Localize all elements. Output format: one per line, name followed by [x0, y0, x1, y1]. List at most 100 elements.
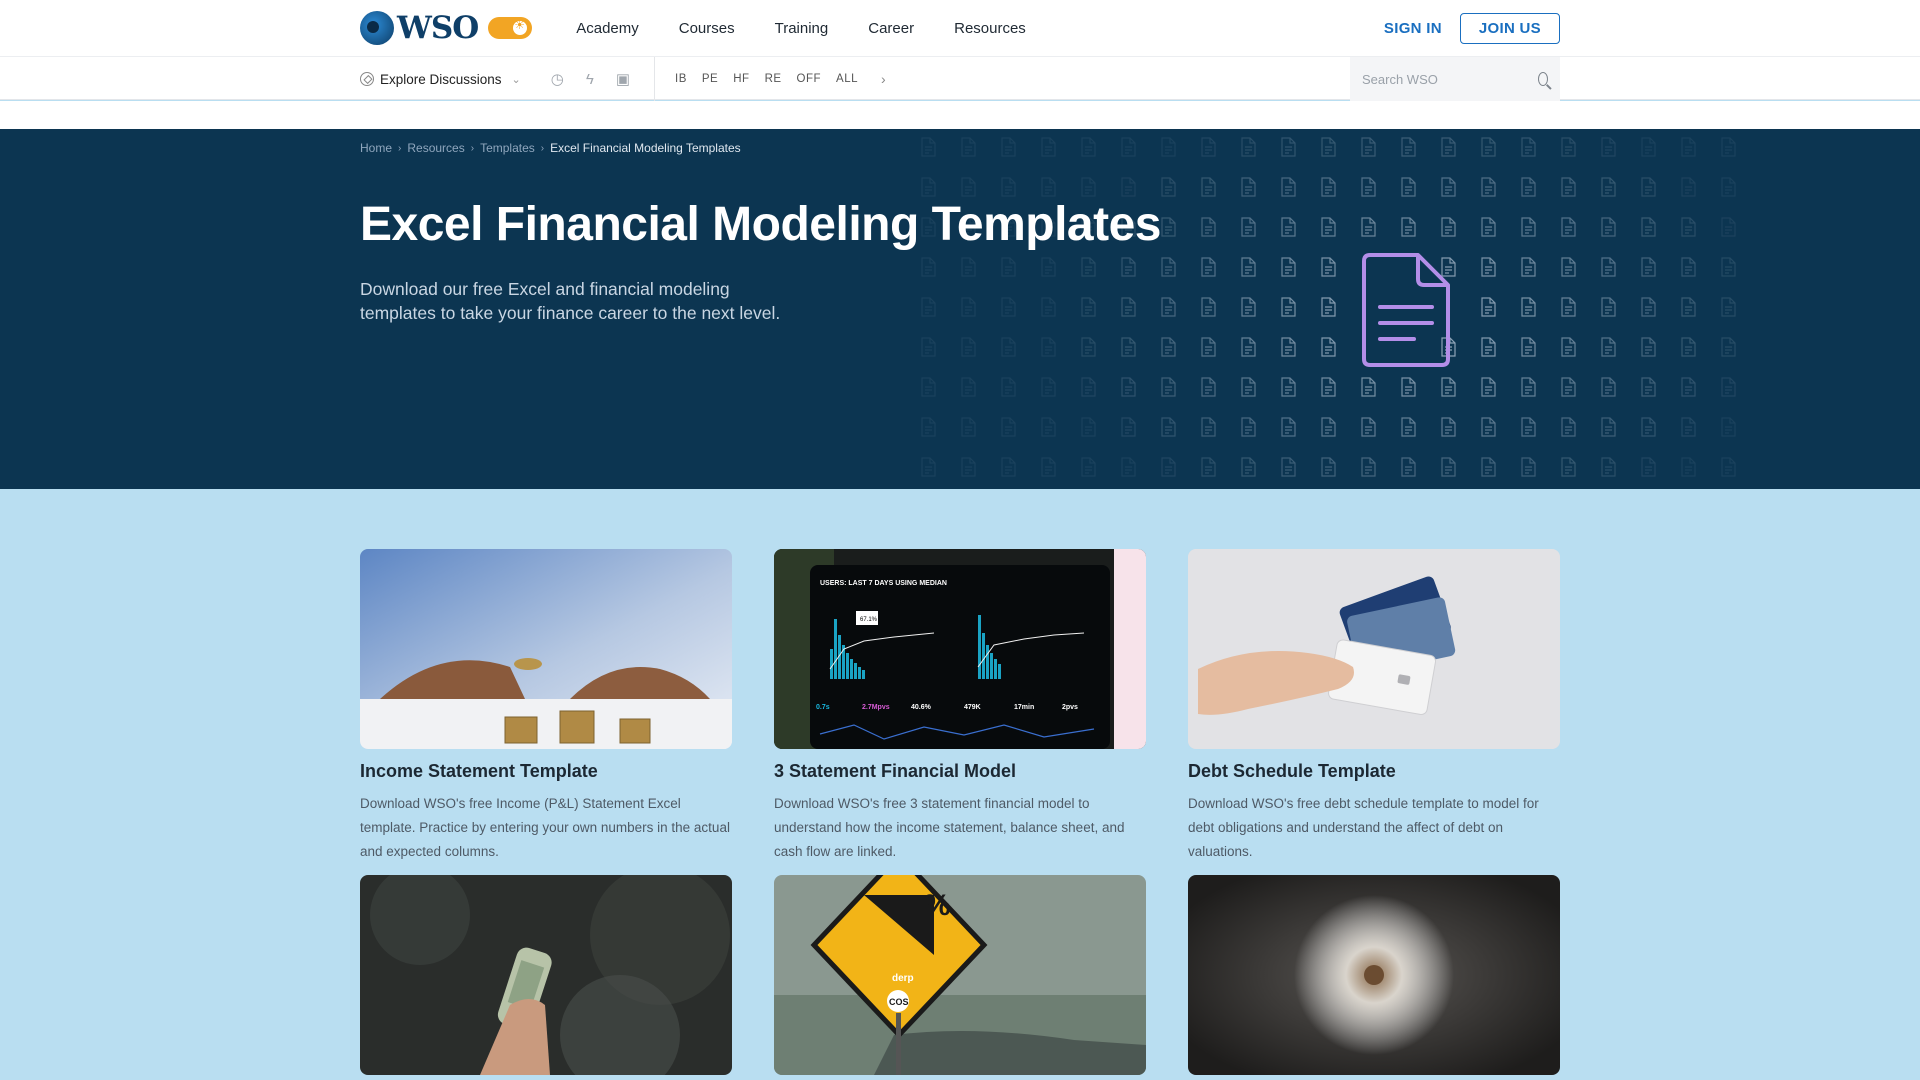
video-icon[interactable]: ▣ — [616, 70, 630, 88]
sign-in-button[interactable]: SIGN IN — [1384, 20, 1442, 37]
pattern-document-icon — [1721, 217, 1736, 237]
pattern-document-icon — [1321, 417, 1336, 437]
pattern-document-icon — [1561, 177, 1576, 197]
card-3-statement-model[interactable]: USERS: LAST 7 DAYS USING MEDIAN 67.1% 0.… — [774, 549, 1146, 864]
category-pe[interactable]: PE — [702, 73, 718, 85]
pattern-document-icon — [1161, 137, 1176, 157]
site-header: WSO Academy Courses Training Career Reso… — [0, 0, 1920, 101]
breadcrumb-home[interactable]: Home — [360, 141, 392, 155]
nav-courses[interactable]: Courses — [679, 20, 735, 37]
pattern-document-icon — [1681, 177, 1696, 197]
category-hf[interactable]: HF — [733, 73, 749, 85]
pattern-document-icon — [1521, 177, 1536, 197]
pattern-document-icon — [1001, 417, 1016, 437]
nav-career[interactable]: Career — [868, 20, 914, 37]
pattern-document-icon — [1201, 337, 1216, 357]
pattern-document-icon — [1401, 417, 1416, 437]
card-title[interactable]: Income Statement Template — [360, 761, 732, 782]
pattern-document-icon — [1681, 337, 1696, 357]
pattern-document-icon — [1041, 457, 1056, 477]
pattern-document-icon — [1721, 457, 1736, 477]
pattern-document-icon — [1201, 137, 1216, 157]
breadcrumb-templates[interactable]: Templates — [480, 141, 535, 155]
pattern-document-icon — [1641, 417, 1656, 437]
category-off[interactable]: OFF — [797, 73, 822, 85]
pattern-document-icon — [1641, 457, 1656, 477]
pattern-document-icon — [1201, 217, 1216, 237]
pattern-document-icon — [1641, 257, 1656, 277]
pattern-document-icon — [1001, 457, 1016, 477]
card-description: Download WSO's free Income (P&L) Stateme… — [360, 796, 730, 859]
pattern-document-icon — [1641, 177, 1656, 197]
pattern-document-icon — [1401, 377, 1416, 397]
pattern-document-icon — [1001, 337, 1016, 357]
search-icon[interactable] — [1538, 72, 1548, 86]
nav-training[interactable]: Training — [775, 20, 829, 37]
explore-label: Explore Discussions — [380, 71, 502, 87]
pattern-document-icon — [1681, 377, 1696, 397]
pattern-document-icon — [1241, 337, 1256, 357]
pattern-document-icon — [1401, 457, 1416, 477]
card-debt-schedule[interactable]: Debt Schedule Template Download WSO's fr… — [1188, 549, 1560, 864]
metric-value: 479K — [964, 704, 981, 711]
card-title[interactable]: 3 Statement Financial Model — [774, 761, 1146, 782]
pattern-document-icon — [1281, 137, 1296, 157]
pattern-document-icon — [1641, 377, 1656, 397]
breadcrumb-resources[interactable]: Resources — [407, 141, 464, 155]
pattern-document-icon — [1241, 457, 1256, 477]
pattern-document-icon — [1681, 257, 1696, 277]
clock-icon[interactable]: ◷ — [551, 70, 564, 88]
category-re[interactable]: RE — [765, 73, 782, 85]
pattern-document-icon — [1201, 257, 1216, 277]
pattern-document-icon — [1121, 457, 1136, 477]
pattern-document-icon — [1281, 297, 1296, 317]
pattern-document-icon — [1161, 297, 1176, 317]
pattern-document-icon — [1441, 177, 1456, 197]
wso-logo[interactable]: WSO — [360, 8, 479, 48]
header-spacer — [0, 101, 1920, 129]
sticker-text: derp — [892, 973, 914, 984]
pattern-document-icon — [1241, 137, 1256, 157]
category-all[interactable]: ALL — [836, 73, 858, 85]
pattern-document-icon — [1481, 137, 1496, 157]
pattern-document-icon — [1361, 457, 1376, 477]
search-input[interactable] — [1362, 71, 1538, 87]
nav-resources[interactable]: Resources — [954, 20, 1026, 37]
pattern-document-icon — [1321, 217, 1336, 237]
explore-discussions-dropdown[interactable]: Explore Discussions ⌄ — [360, 72, 521, 87]
pattern-document-icon — [1361, 177, 1376, 197]
card-template[interactable]: % derp COS — [774, 875, 1146, 1075]
pattern-document-icon — [1001, 137, 1016, 157]
theme-toggle[interactable] — [488, 17, 533, 39]
pattern-document-icon — [1161, 377, 1176, 397]
card-template[interactable] — [360, 875, 732, 1075]
pattern-document-icon — [1041, 137, 1056, 157]
pattern-document-icon — [1041, 177, 1056, 197]
pattern-document-icon — [1321, 377, 1336, 397]
nav-academy[interactable]: Academy — [576, 20, 639, 37]
card-title[interactable]: Debt Schedule Template — [1188, 761, 1560, 782]
category-ib[interactable]: IB — [675, 73, 687, 85]
pattern-document-icon — [1721, 337, 1736, 357]
pattern-document-icon — [1521, 137, 1536, 157]
pattern-document-icon — [1561, 257, 1576, 277]
card-template[interactable] — [1188, 875, 1560, 1075]
pattern-document-icon — [1601, 337, 1616, 357]
pattern-document-icon — [1561, 297, 1576, 317]
pattern-document-icon — [1121, 137, 1136, 157]
main-nav: Academy Courses Training Career Resource… — [576, 20, 1026, 37]
credit-cards-photo — [1188, 549, 1560, 749]
pattern-document-icon — [1241, 377, 1256, 397]
pattern-document-icon — [1041, 297, 1056, 317]
pattern-document-icon — [1561, 377, 1576, 397]
chevron-right-icon[interactable]: › — [881, 71, 886, 87]
pattern-document-icon — [1281, 177, 1296, 197]
pattern-document-icon — [1081, 137, 1096, 157]
pattern-document-icon — [1161, 337, 1176, 357]
pattern-document-icon — [1441, 217, 1456, 237]
card-income-statement[interactable]: Income Statement Template Download WSO's… — [360, 549, 732, 864]
pattern-document-icon — [1201, 177, 1216, 197]
pattern-document-icon — [1561, 337, 1576, 357]
lightning-icon[interactable]: ϟ — [586, 71, 594, 88]
join-us-button[interactable]: JOIN US — [1459, 12, 1560, 44]
